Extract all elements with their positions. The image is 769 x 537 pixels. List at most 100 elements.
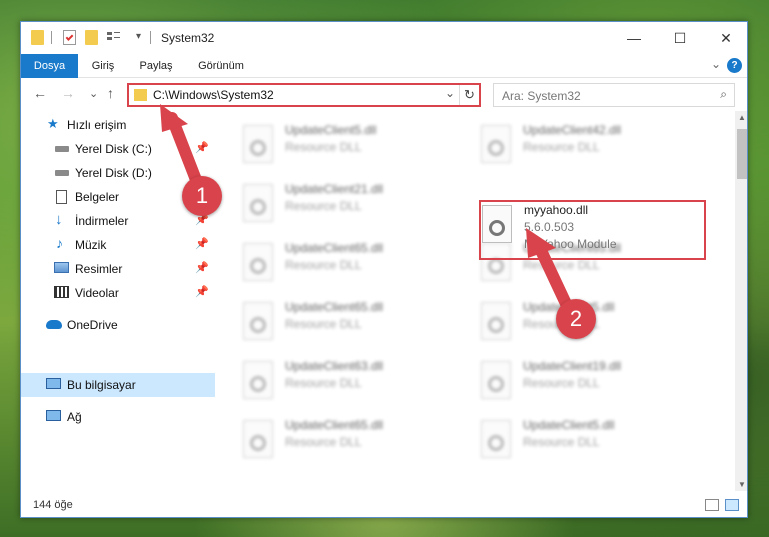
sidebar-item-local-disk-d[interactable]: Yerel Disk (D:): [21, 161, 215, 185]
dll-file-icon: [243, 361, 273, 399]
document-icon: [56, 190, 67, 204]
file-item[interactable]: UpdateClient65.dll Resource DLL: [237, 239, 457, 291]
quick-access-dropdown-icon[interactable]: ▾: [136, 31, 141, 42]
sidebar-item-local-disk-c[interactable]: Yerel Disk (C:) 📌: [21, 137, 215, 161]
dll-file-icon: [481, 420, 511, 458]
minimize-button[interactable]: —: [611, 22, 657, 54]
network-icon: [46, 410, 61, 421]
sidebar-item-videos[interactable]: Videolar 📌: [21, 281, 215, 305]
drive-icon: [55, 170, 69, 176]
help-icon[interactable]: ?: [727, 58, 742, 73]
search-input[interactable]: Ara: System32: [502, 89, 581, 103]
dll-file-icon: [481, 125, 511, 163]
dll-file-icon: [243, 420, 273, 458]
forward-button[interactable]: →: [61, 85, 75, 101]
highlight-box: [479, 200, 706, 260]
dll-file-icon: [243, 184, 273, 222]
title-bar: ▾ System32 — ☐ ✕: [21, 22, 747, 54]
tab-view[interactable]: Görünüm: [191, 54, 251, 78]
sidebar-item-label: Belgeler: [75, 190, 120, 204]
file-item[interactable]: UpdateClient65.dll Resource DLL: [237, 298, 457, 350]
file-item[interactable]: UpdateClient5.dll Resource DLL: [237, 121, 457, 173]
dll-file-icon: [243, 243, 273, 281]
sidebar-item-label: Resimler: [75, 262, 123, 276]
file-name: UpdateClient21.dll: [285, 182, 384, 196]
callout-badge-1: 1: [182, 176, 222, 216]
divider: [51, 31, 52, 44]
vertical-scrollbar[interactable]: ▲ ▼: [735, 111, 747, 491]
file-list: UpdateClient5.dll Resource DLL UpdateCli…: [215, 111, 735, 491]
sidebar-item-label: Müzik: [75, 238, 107, 252]
tab-share[interactable]: Paylaş: [131, 54, 181, 78]
file-item[interactable]: UpdateClient65.dll Resource DLL: [237, 416, 457, 468]
refresh-button[interactable]: ↻: [459, 85, 479, 105]
file-name: UpdateClient5.dll: [523, 418, 615, 432]
window-title: System32: [161, 31, 215, 45]
sidebar-item-onedrive[interactable]: OneDrive: [21, 313, 215, 337]
item-count: 144 öğe: [33, 499, 73, 511]
pin-icon[interactable]: 📌: [195, 285, 209, 298]
sidebar-item-label: Hızlı erişim: [67, 118, 127, 132]
file-name: UpdateClient65.dll: [285, 418, 384, 432]
sidebar-item-this-pc[interactable]: Bu bilgisayar: [21, 373, 215, 397]
close-button[interactable]: ✕: [703, 22, 747, 54]
customize-toolbar-icon[interactable]: [107, 30, 123, 45]
file-description: Resource DLL: [523, 140, 600, 154]
dll-file-icon: [481, 302, 511, 340]
pin-icon[interactable]: 📌: [195, 237, 209, 250]
recent-locations-button[interactable]: ⌄: [89, 87, 98, 100]
file-name: UpdateClient5.dll: [285, 123, 377, 137]
cloud-icon: [46, 320, 62, 329]
ribbon-collapse-icon[interactable]: ⌄: [711, 57, 721, 71]
scroll-up-icon[interactable]: ▲: [738, 113, 746, 122]
sidebar-item-pictures[interactable]: Resimler 📌: [21, 257, 215, 281]
scroll-down-icon[interactable]: ▼: [738, 480, 746, 489]
large-icons-view-icon[interactable]: [725, 499, 739, 511]
sidebar-item-label: İndirmeler: [75, 214, 129, 228]
dll-file-icon: [243, 125, 273, 163]
music-icon: ♪: [56, 235, 63, 251]
navigation-pane: ★ Hızlı erişim Yerel Disk (C:) 📌 Yerel D…: [21, 111, 215, 491]
picture-icon: [54, 262, 69, 273]
sidebar-item-downloads[interactable]: ↓ İndirmeler 📌: [21, 209, 215, 233]
file-item[interactable]: UpdateClient63.dll Resource DLL: [237, 357, 457, 409]
ribbon-tabs: Dosya Giriş Paylaş Görünüm ⌄ ?: [21, 54, 747, 78]
sidebar-item-label: Yerel Disk (D:): [75, 166, 152, 180]
folder-icon: [31, 30, 44, 45]
file-description: Resource DLL: [285, 376, 362, 390]
pin-icon[interactable]: 📌: [195, 141, 209, 154]
sidebar-item-label: Bu bilgisayar: [67, 378, 136, 392]
file-item[interactable]: UpdateClient42.dll Resource DLL: [475, 121, 695, 173]
file-description: Resource DLL: [285, 140, 362, 154]
callout-badge-2: 2: [556, 299, 596, 339]
file-item[interactable]: UpdateClient21.dll Resource DLL: [237, 180, 457, 232]
tab-home[interactable]: Giriş: [83, 54, 123, 78]
up-button[interactable]: ↑: [107, 85, 114, 101]
file-name: UpdateClient42.dll: [523, 123, 622, 137]
file-description: Resource DLL: [285, 258, 362, 272]
address-bar[interactable]: C:\Windows\System32 ⌄ ↻: [127, 83, 481, 107]
address-dropdown-icon[interactable]: ⌄: [445, 86, 455, 100]
sidebar-item-label: Videolar: [75, 286, 119, 300]
maximize-button[interactable]: ☐: [657, 22, 703, 54]
sidebar-item-music[interactable]: ♪ Müzik 📌: [21, 233, 215, 257]
scroll-thumb[interactable]: [737, 129, 747, 179]
address-path[interactable]: C:\Windows\System32: [153, 88, 274, 102]
back-button[interactable]: ←: [33, 85, 47, 101]
dll-file-icon: [243, 302, 273, 340]
sidebar-item-network[interactable]: Ağ: [21, 405, 215, 429]
sidebar-item-quick-access[interactable]: ★ Hızlı erişim: [21, 113, 215, 137]
star-icon: ★: [47, 116, 59, 131]
search-icon: ⌕: [720, 87, 727, 101]
sidebar-item-label: OneDrive: [67, 318, 118, 332]
properties-icon[interactable]: [63, 30, 76, 45]
file-item[interactable]: UpdateClient19.dll Resource DLL: [475, 357, 695, 409]
details-view-icon[interactable]: [705, 499, 719, 511]
new-folder-icon[interactable]: [85, 30, 98, 45]
video-icon: [54, 286, 69, 298]
file-description: Resource DLL: [523, 435, 600, 449]
tab-file[interactable]: Dosya: [21, 54, 78, 78]
pin-icon[interactable]: 📌: [195, 261, 209, 274]
search-box[interactable]: Ara: System32 ⌕: [493, 83, 735, 107]
file-item[interactable]: UpdateClient5.dll Resource DLL: [475, 416, 695, 468]
